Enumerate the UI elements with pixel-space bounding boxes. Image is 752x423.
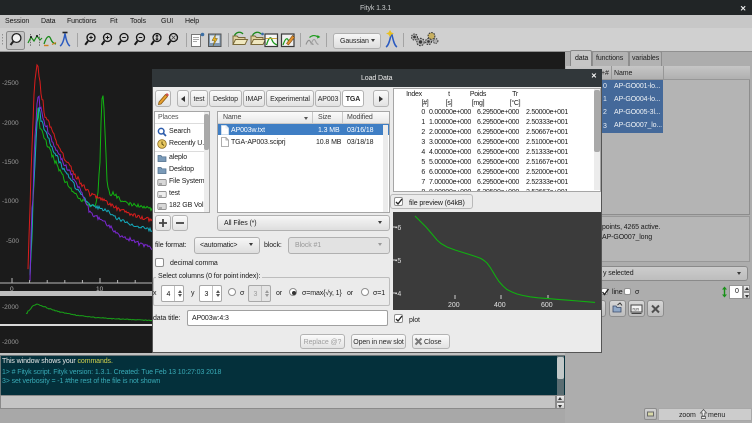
- svg-text:-1000: -1000: [2, 198, 19, 205]
- svg-text:-2000: -2000: [2, 304, 19, 311]
- svg-text:-2000: -2000: [2, 339, 19, 346]
- svg-text:run: run: [633, 307, 640, 312]
- svg-text:-1500: -1500: [2, 159, 19, 166]
- svg-text:-500: -500: [6, 238, 19, 245]
- svg-text:-2000: -2000: [2, 120, 19, 127]
- svg-text:-2500: -2500: [2, 80, 19, 87]
